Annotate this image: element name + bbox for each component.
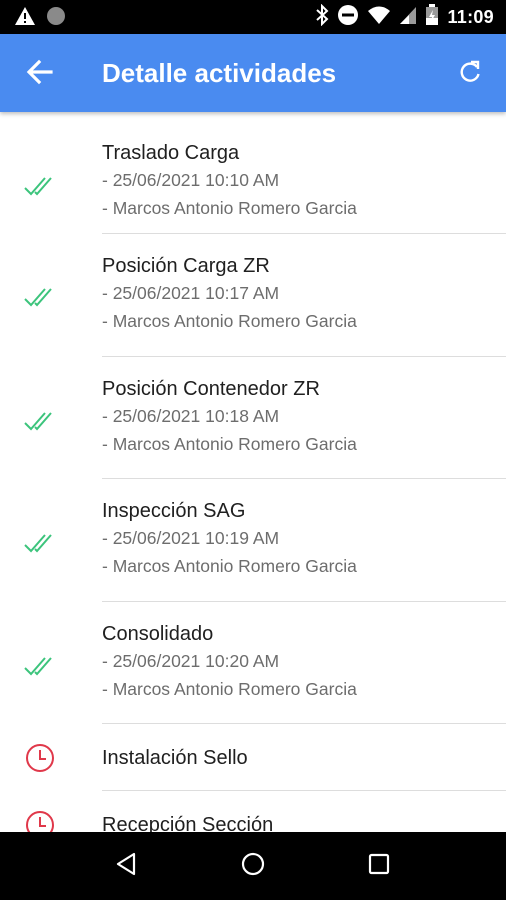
activity-date: - 25/06/2021 10:18 AM (102, 406, 280, 426)
arrow-left-icon (26, 58, 54, 91)
activity-user: - Marcos Antonio Romero Garcia (102, 311, 357, 331)
activity-list[interactable]: Traslado Carga - 25/06/2021 10:10 AM - M… (0, 112, 506, 832)
signal-icon (399, 5, 417, 30)
refresh-icon (457, 59, 483, 90)
activity-name: Posición Contenedor ZR (102, 378, 320, 400)
clock-icon (22, 740, 58, 776)
activity-name: Traslado Carga (102, 142, 240, 164)
double-check-icon (22, 168, 58, 204)
recents-square-icon (368, 853, 390, 880)
nav-recents-button[interactable] (359, 846, 399, 886)
circle-icon (46, 6, 66, 31)
back-button[interactable] (20, 54, 60, 94)
activity-name: Instalación Sello (102, 747, 248, 769)
activity-user: - Marcos Antonio Romero Garcia (102, 434, 357, 454)
list-item[interactable]: Traslado Carga - 25/06/2021 10:10 AM - M… (0, 112, 506, 234)
warning-icon (14, 6, 36, 31)
double-check-icon (22, 279, 58, 315)
list-item[interactable]: Inspección SAG - 25/06/2021 10:19 AM - M… (0, 479, 506, 602)
nav-home-button[interactable] (233, 846, 273, 886)
double-check-icon (22, 403, 58, 439)
activity-user: - Marcos Antonio Romero Garcia (102, 198, 357, 218)
list-item[interactable]: Instalación Sello (0, 724, 506, 791)
back-triangle-icon (115, 852, 137, 881)
list-item[interactable]: Posición Contenedor ZR - 25/06/2021 10:1… (0, 357, 506, 479)
page-title: Detalle actividades (102, 58, 337, 88)
activity-name: Inspección SAG (102, 500, 246, 522)
app-bar: Detalle actividades (0, 34, 506, 112)
wifi-icon (367, 5, 391, 30)
list-item[interactable]: Consolidado - 25/06/2021 10:20 AM - Marc… (0, 602, 506, 724)
home-circle-icon (241, 852, 265, 881)
activity-user: - Marcos Antonio Romero Garcia (102, 556, 357, 576)
clock-icon (22, 807, 58, 832)
activity-user: - Marcos Antonio Romero Garcia (102, 679, 357, 699)
activity-date: - 25/06/2021 10:19 AM (102, 528, 280, 548)
battery-icon (425, 3, 439, 31)
navigation-bar (0, 832, 506, 900)
list-item[interactable]: Posición Carga ZR - 25/06/2021 10:17 AM … (0, 234, 506, 357)
activity-name: Consolidado (102, 623, 214, 645)
status-bar: 11:09 (0, 0, 506, 34)
refresh-button[interactable] (452, 56, 488, 92)
activity-name: Posición Carga ZR (102, 255, 270, 277)
double-check-icon (22, 648, 58, 684)
activity-date: - 25/06/2021 10:10 AM (102, 170, 280, 190)
nav-back-button[interactable] (106, 846, 146, 886)
double-check-icon (22, 525, 58, 561)
activity-date: - 25/06/2021 10:17 AM (102, 283, 280, 303)
activity-date: - 25/06/2021 10:20 AM (102, 651, 280, 671)
list-item[interactable]: Recepción Sección (0, 791, 506, 832)
do-not-disturb-icon (337, 4, 359, 31)
bluetooth-icon (315, 3, 329, 31)
status-time: 11:09 (447, 6, 494, 27)
activity-name: Recepción Sección (102, 814, 274, 832)
